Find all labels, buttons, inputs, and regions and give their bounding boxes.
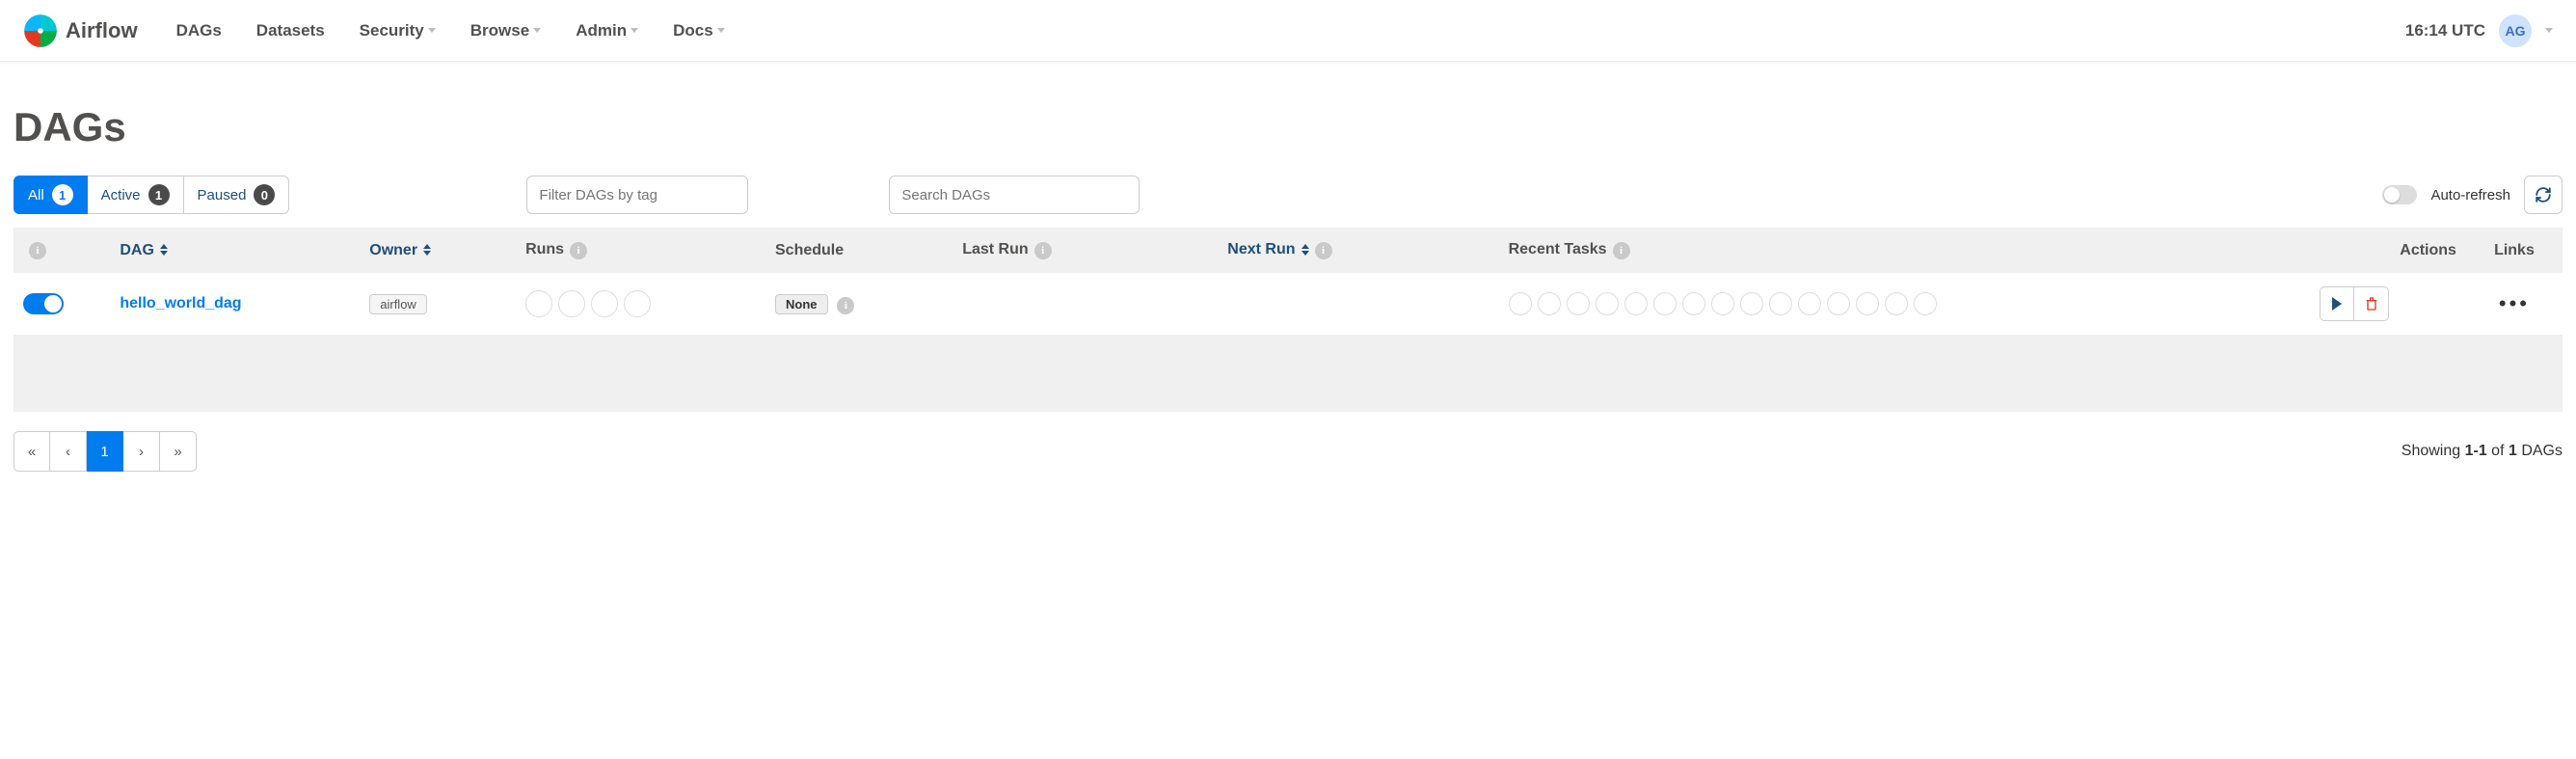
task-status-circle: [1740, 292, 1763, 315]
filter-active[interactable]: Active 1: [88, 176, 184, 214]
refresh-icon: [2535, 186, 2552, 203]
task-status-circle: [1769, 292, 1792, 315]
runs-circles[interactable]: [525, 290, 756, 317]
nav-items: DAGs Datasets Security Browse Admin Docs: [176, 21, 725, 41]
pager-last[interactable]: »: [160, 431, 197, 472]
refresh-button[interactable]: [2524, 176, 2563, 214]
chevron-down-icon: [631, 28, 638, 33]
chevron-down-icon: [2545, 28, 2553, 33]
dags-table: i DAG Owner Runsi Schedule Last Runi Nex…: [13, 228, 2563, 412]
task-status-circle: [1798, 292, 1821, 315]
brand[interactable]: Airflow: [23, 14, 138, 48]
airflow-logo-icon: [23, 14, 58, 48]
page-title: DAGs: [13, 104, 2563, 150]
filter-paused-count: 0: [254, 184, 275, 205]
col-last-run: Last Runi: [953, 228, 1218, 273]
task-status-circle: [1711, 292, 1734, 315]
empty-row: [13, 335, 2563, 412]
filter-tags-input[interactable]: [526, 176, 748, 214]
trash-icon: [2364, 296, 2379, 312]
filter-all[interactable]: All 1: [13, 176, 88, 214]
nav-datasets[interactable]: Datasets: [256, 21, 325, 41]
info-icon[interactable]: i: [837, 297, 854, 314]
delete-dag-button[interactable]: [2354, 286, 2389, 321]
col-runs: Runsi: [516, 228, 765, 273]
table-header-row: i DAG Owner Runsi Schedule Last Runi Nex…: [13, 228, 2563, 273]
filter-buttons: All 1 Active 1 Paused 0: [13, 176, 289, 214]
run-status-circle: [624, 290, 651, 317]
col-next-run[interactable]: Next Runi: [1218, 228, 1498, 273]
showing-text: Showing 1-1 of 1 DAGs: [2402, 443, 2563, 460]
pager-page-1[interactable]: 1: [87, 431, 123, 472]
clock[interactable]: 16:14 UTC: [2405, 21, 2485, 41]
task-status-circle: [1856, 292, 1879, 315]
navbar: Airflow DAGs Datasets Security Browse Ad…: [0, 0, 2576, 62]
col-owner[interactable]: Owner: [360, 228, 516, 273]
recent-tasks-circles[interactable]: [1509, 292, 2301, 315]
table-footer: « ‹ 1 › » Showing 1-1 of 1 DAGs: [13, 431, 2563, 472]
col-dag[interactable]: DAG: [110, 228, 360, 273]
owner-badge[interactable]: airflow: [369, 294, 427, 314]
dag-pause-toggle[interactable]: [23, 293, 64, 314]
run-status-circle: [525, 290, 552, 317]
pager-first[interactable]: «: [13, 431, 50, 472]
run-status-circle: [558, 290, 585, 317]
nav-browse[interactable]: Browse: [470, 21, 541, 41]
chevron-down-icon: [428, 28, 436, 33]
task-status-circle: [1914, 292, 1937, 315]
task-status-circle: [1653, 292, 1677, 315]
col-recent-tasks: Recent Tasksi: [1499, 228, 2311, 273]
task-status-circle: [1538, 292, 1561, 315]
pager: « ‹ 1 › »: [13, 431, 197, 472]
col-links: Links: [2466, 228, 2563, 273]
nav-security[interactable]: Security: [360, 21, 436, 41]
col-actions: Actions: [2310, 228, 2466, 273]
trigger-dag-button[interactable]: [2320, 286, 2354, 321]
play-icon: [2332, 297, 2342, 311]
nav-admin[interactable]: Admin: [576, 21, 638, 41]
task-status-circle: [1596, 292, 1619, 315]
brand-text: Airflow: [66, 18, 138, 43]
links-menu[interactable]: •••: [2499, 291, 2530, 315]
info-icon[interactable]: i: [1315, 242, 1332, 259]
info-icon[interactable]: i: [1613, 242, 1630, 259]
task-status-circle: [1509, 292, 1532, 315]
pager-next[interactable]: ›: [123, 431, 160, 472]
task-status-circle: [1827, 292, 1850, 315]
pager-prev[interactable]: ‹: [50, 431, 87, 472]
schedule-badge[interactable]: None: [775, 294, 828, 314]
table-row: hello_world_dag airflow None i: [13, 273, 2563, 335]
run-status-circle: [591, 290, 618, 317]
nav-docs[interactable]: Docs: [673, 21, 725, 41]
dag-name-link[interactable]: hello_world_dag: [120, 295, 241, 312]
nav-dags[interactable]: DAGs: [176, 21, 222, 41]
search-dags-input[interactable]: [889, 176, 1140, 214]
next-run-cell: [1218, 273, 1498, 335]
chevron-down-icon: [717, 28, 725, 33]
task-status-circle: [1567, 292, 1590, 315]
toolbar: All 1 Active 1 Paused 0 Auto-refresh: [13, 176, 2563, 214]
info-icon[interactable]: i: [570, 242, 587, 259]
filter-active-count: 1: [148, 184, 170, 205]
last-run-cell: [953, 273, 1218, 335]
filter-all-count: 1: [52, 184, 73, 205]
task-status-circle: [1885, 292, 1908, 315]
task-status-circle: [1624, 292, 1648, 315]
auto-refresh-toggle[interactable]: [2382, 185, 2417, 204]
user-avatar[interactable]: AG: [2499, 14, 2532, 47]
task-status-circle: [1682, 292, 1705, 315]
info-icon[interactable]: i: [1034, 242, 1052, 259]
filter-paused[interactable]: Paused 0: [184, 176, 290, 214]
info-icon[interactable]: i: [29, 242, 46, 259]
auto-refresh-label: Auto-refresh: [2430, 187, 2510, 203]
chevron-down-icon: [533, 28, 541, 33]
col-schedule: Schedule: [765, 228, 953, 273]
